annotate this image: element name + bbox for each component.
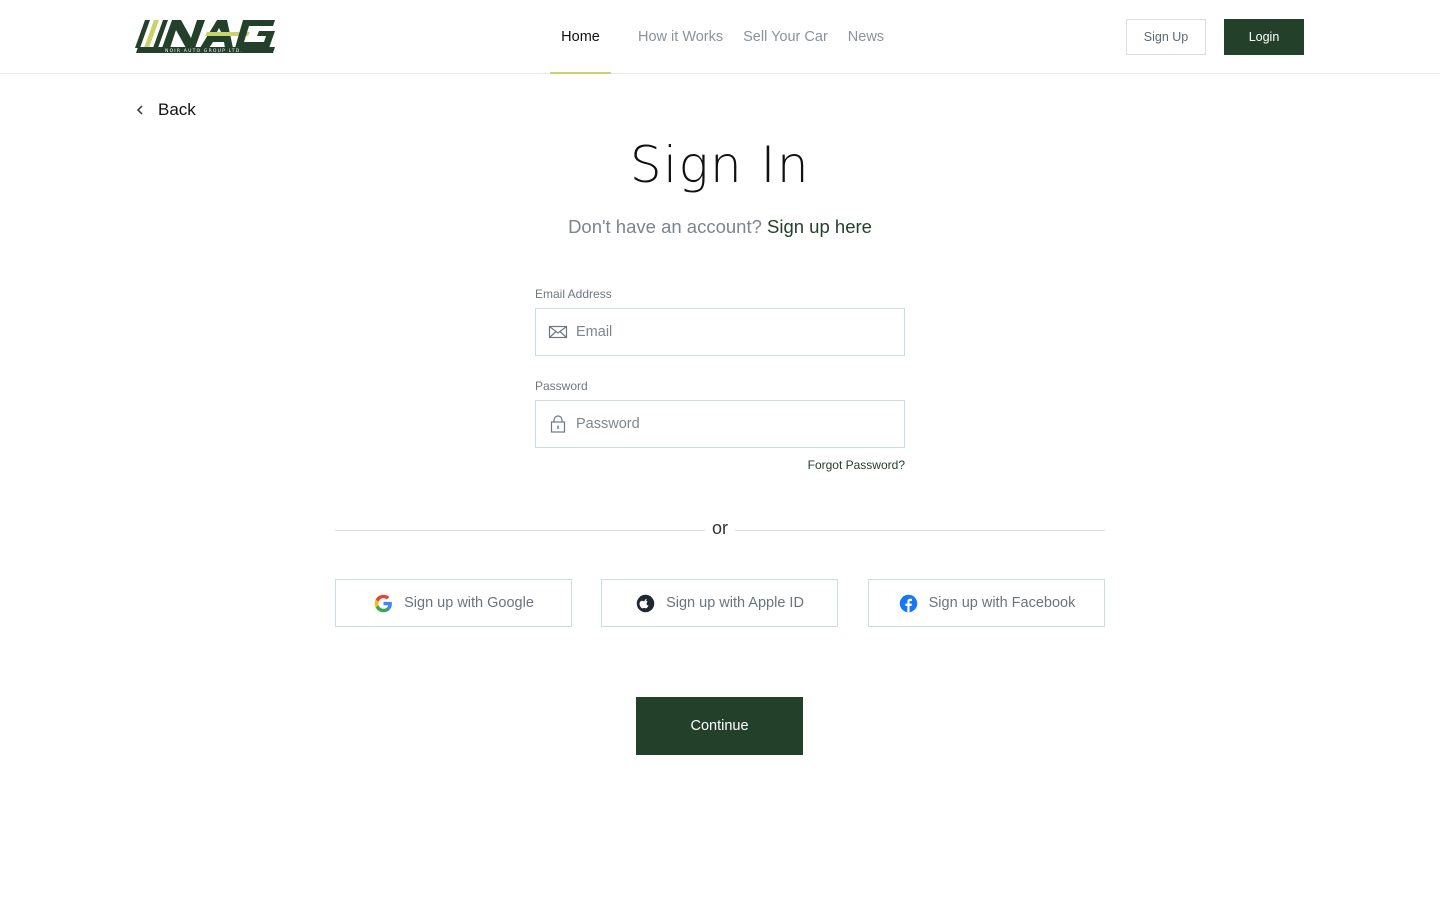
- email-field[interactable]: [535, 308, 905, 356]
- signup-prompt: Don't have an account? Sign up here: [0, 216, 1440, 238]
- main-nav: Home How it Works Sell Your Car News: [550, 0, 884, 74]
- apple-signup-label: Sign up with Apple ID: [666, 595, 804, 611]
- email-input[interactable]: [576, 324, 896, 340]
- logo-tagline: NOIR AUTO GROUP LTD.: [165, 48, 243, 54]
- brand-logo[interactable]: NOIR AUTO GROUP LTD.: [135, 18, 277, 54]
- apple-signup-button[interactable]: Sign up with Apple ID: [601, 579, 838, 627]
- lock-icon: [550, 415, 566, 433]
- facebook-signup-button[interactable]: Sign up with Facebook: [868, 579, 1105, 627]
- facebook-icon: [899, 594, 917, 612]
- nav-news[interactable]: News: [848, 0, 884, 73]
- continue-button[interactable]: Continue: [636, 697, 803, 755]
- divider-or: or: [711, 518, 728, 538]
- header-signup-button[interactable]: Sign Up: [1126, 19, 1206, 55]
- facebook-signup-label: Sign up with Facebook: [928, 595, 1076, 611]
- google-signup-label: Sign up with Google: [404, 595, 534, 611]
- top-header: NOIR AUTO GROUP LTD. Home How it Works S…: [0, 0, 1440, 74]
- header-login-button[interactable]: Login: [1224, 19, 1304, 55]
- nav-sell-your-car[interactable]: Sell Your Car: [743, 0, 828, 73]
- nav-how-it-works[interactable]: How it Works: [638, 0, 723, 73]
- password-input[interactable]: [576, 416, 896, 432]
- signup-here-link[interactable]: Sign up here: [767, 216, 872, 237]
- divider-line-right: [735, 530, 1105, 531]
- signup-prompt-text: Don't have an account?: [568, 216, 762, 237]
- back-link[interactable]: Back: [134, 98, 196, 122]
- envelope-icon: [548, 325, 568, 339]
- email-label: Email Address: [535, 287, 612, 301]
- divider-line-left: [335, 530, 705, 531]
- password-field[interactable]: [535, 400, 905, 448]
- google-signup-button[interactable]: Sign up with Google: [335, 579, 572, 627]
- forgot-password-link[interactable]: Forgot Password?: [735, 458, 905, 472]
- password-label: Password: [535, 379, 588, 393]
- apple-icon: [636, 594, 655, 612]
- google-icon: [374, 594, 393, 612]
- nav-home[interactable]: Home: [550, 0, 611, 74]
- nag-logo-icon: NOIR AUTO GROUP LTD.: [135, 20, 275, 54]
- chevron-left-icon: [136, 105, 143, 115]
- page-title: Sign In: [629, 136, 811, 194]
- back-label: Back: [158, 100, 196, 119]
